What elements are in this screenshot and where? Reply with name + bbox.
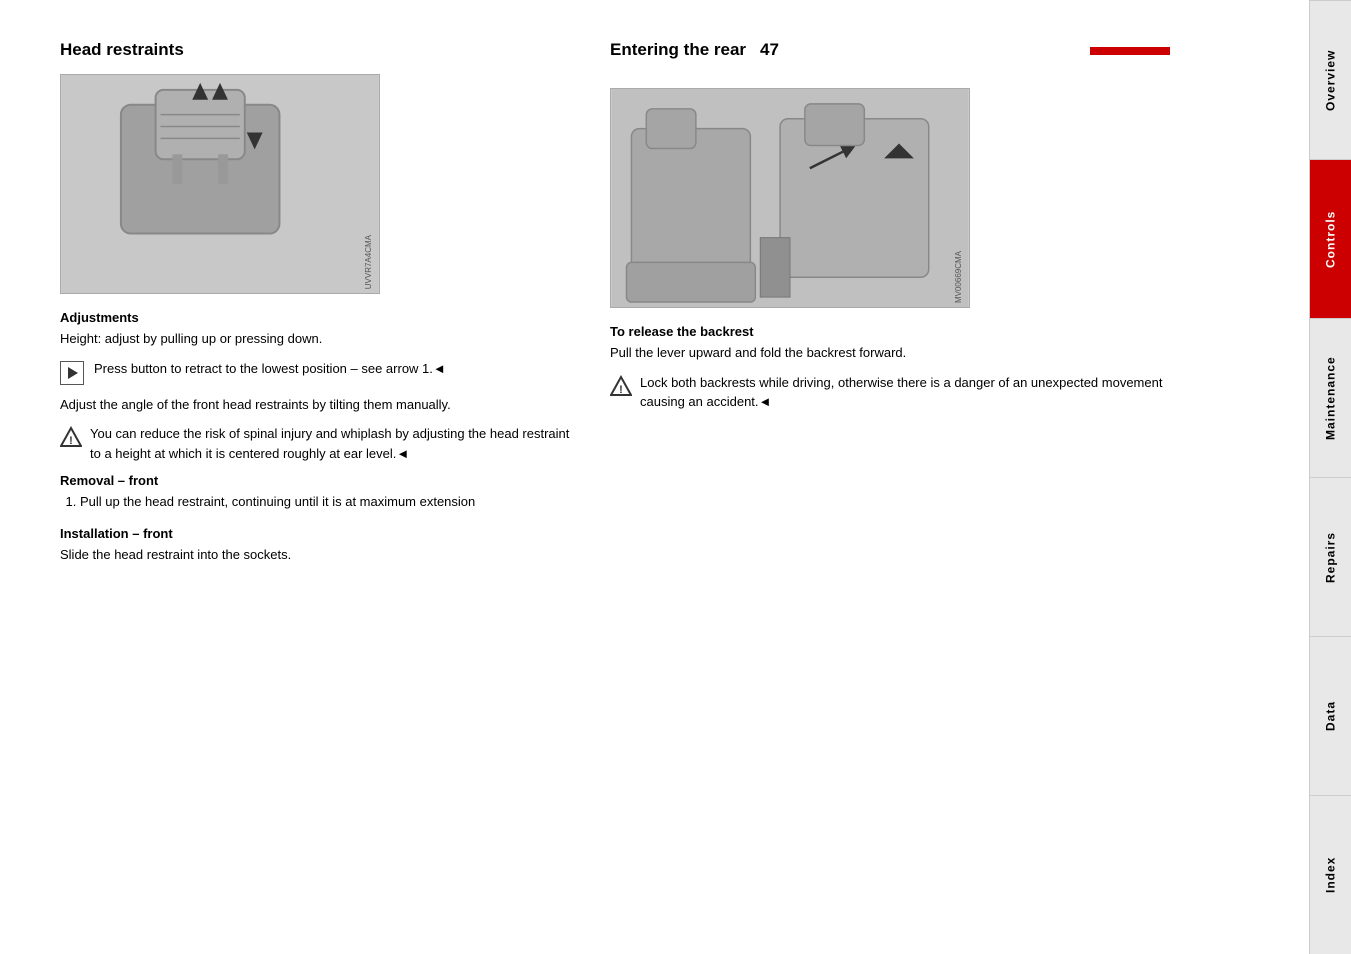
divider-line xyxy=(1090,47,1170,55)
right-column: Entering the rear 47 xyxy=(610,40,1170,934)
backrest-warning-text: Lock both backrests while driving, other… xyxy=(640,373,1170,412)
warning-triangle-icon: ! xyxy=(60,426,82,448)
right-header: Entering the rear 47 xyxy=(610,40,1170,74)
release-text: Pull the lever upward and fold the backr… xyxy=(610,343,1170,363)
warning-icon: ! xyxy=(60,426,82,451)
installation-heading: Installation – front xyxy=(60,526,580,541)
head-restraint-svg xyxy=(61,75,379,293)
left-section-title: Head restraints xyxy=(60,40,580,60)
sidebar: Overview Controls Maintenance Repairs Da… xyxy=(1309,0,1351,954)
page-number: 47 xyxy=(760,40,779,60)
car-interior-image: MV00669CMA xyxy=(610,88,970,308)
adjust-angle-text: Adjust the angle of the front head restr… xyxy=(60,395,580,415)
removal-step-1: Pull up the head restraint, continuing u… xyxy=(80,492,580,512)
button-note: Press button to retract to the lowest po… xyxy=(60,359,580,385)
sidebar-tab-maintenance[interactable]: Maintenance xyxy=(1310,318,1351,477)
sidebar-tab-overview[interactable]: Overview xyxy=(1310,0,1351,159)
release-heading: To release the backrest xyxy=(610,324,1170,339)
svg-text:!: ! xyxy=(619,384,623,396)
page-container: Head restraints xyxy=(0,0,1351,954)
removal-heading: Removal – front xyxy=(60,473,580,488)
sidebar-tab-index[interactable]: Index xyxy=(1310,795,1351,954)
backrest-warning-icon: ! xyxy=(610,375,632,400)
sidebar-tab-controls[interactable]: Controls xyxy=(1310,159,1351,318)
right-section-title: Entering the rear xyxy=(610,40,746,60)
sidebar-tab-data[interactable]: Data xyxy=(1310,636,1351,795)
head-restraint-image: UVVR7A4CMA xyxy=(60,74,380,294)
sidebar-tab-repairs[interactable]: Repairs xyxy=(1310,477,1351,636)
removal-list: Pull up the head restraint, continuing u… xyxy=(60,492,580,512)
left-image-code: UVVR7A4CMA xyxy=(364,235,373,289)
spinal-warning-text: You can reduce the risk of spinal injury… xyxy=(90,424,580,463)
spinal-warning: ! You can reduce the risk of spinal inju… xyxy=(60,424,580,463)
backrest-warning-triangle-icon: ! xyxy=(610,375,632,397)
installation-block: Installation – front Slide the head rest… xyxy=(60,526,580,565)
play-triangle xyxy=(68,367,78,379)
svg-text:!: ! xyxy=(69,435,73,447)
backrest-warning: ! Lock both backrests while driving, oth… xyxy=(610,373,1170,412)
main-content: Head restraints xyxy=(0,0,1309,954)
adjustments-text: Height: adjust by pulling up or pressing… xyxy=(60,329,580,349)
adjustments-heading: Adjustments xyxy=(60,310,580,325)
car-seat-svg xyxy=(611,89,969,307)
play-icon xyxy=(60,361,84,385)
left-column: Head restraints xyxy=(60,40,580,934)
installation-text: Slide the head restraint into the socket… xyxy=(60,545,580,565)
right-image-code: MV00669CMA xyxy=(954,251,963,303)
button-note-text: Press button to retract to the lowest po… xyxy=(94,359,446,379)
